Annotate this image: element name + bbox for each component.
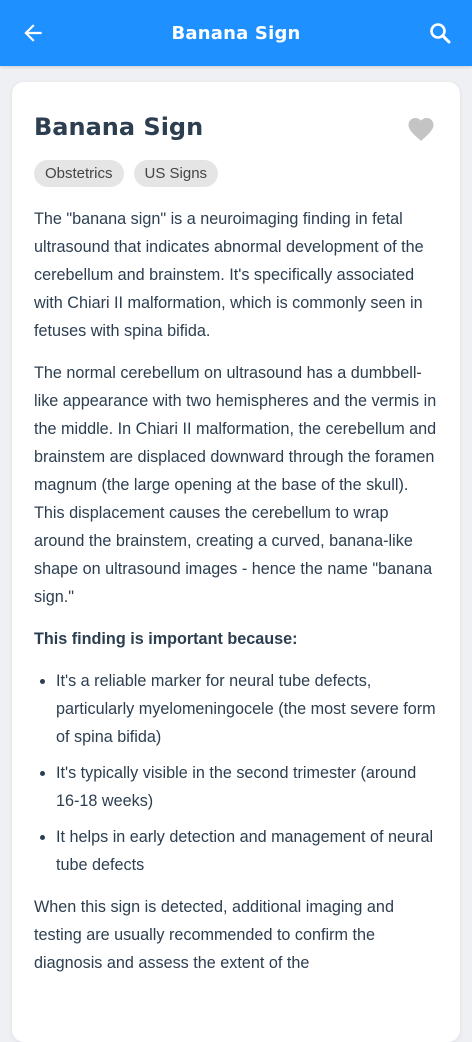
paragraph-mechanism: The normal cerebellum on ultrasound has … — [34, 364, 437, 606]
article-card: Banana Sign Obstetrics US Signs The "ban… — [12, 82, 460, 1042]
page-title: Banana Sign — [171, 22, 301, 44]
tag-list: Obstetrics US Signs — [34, 160, 438, 187]
importance-list: It's a reliable marker for neural tube d… — [34, 667, 438, 879]
arrow-left-icon[interactable] — [20, 20, 46, 46]
paragraph-intro: The "banana sign" is a neuroimaging find… — [34, 210, 424, 340]
article-title: Banana Sign — [34, 113, 204, 141]
importance-heading: This finding is important because: — [34, 630, 298, 648]
tag-obstetrics[interactable]: Obstetrics — [34, 160, 124, 187]
list-item: It's typically visible in the second tri… — [56, 759, 438, 815]
list-item: It's a reliable marker for neural tube d… — [56, 667, 438, 751]
search-icon[interactable] — [428, 21, 452, 45]
list-item: It helps in early detection and manageme… — [56, 823, 438, 879]
heart-icon[interactable] — [406, 114, 436, 142]
article-body: The "banana sign" is a neuroimaging find… — [34, 205, 438, 977]
app-bar: Banana Sign — [0, 0, 472, 66]
paragraph-followup: When this sign is detected, additional i… — [34, 898, 394, 972]
tag-us-signs[interactable]: US Signs — [133, 160, 219, 187]
